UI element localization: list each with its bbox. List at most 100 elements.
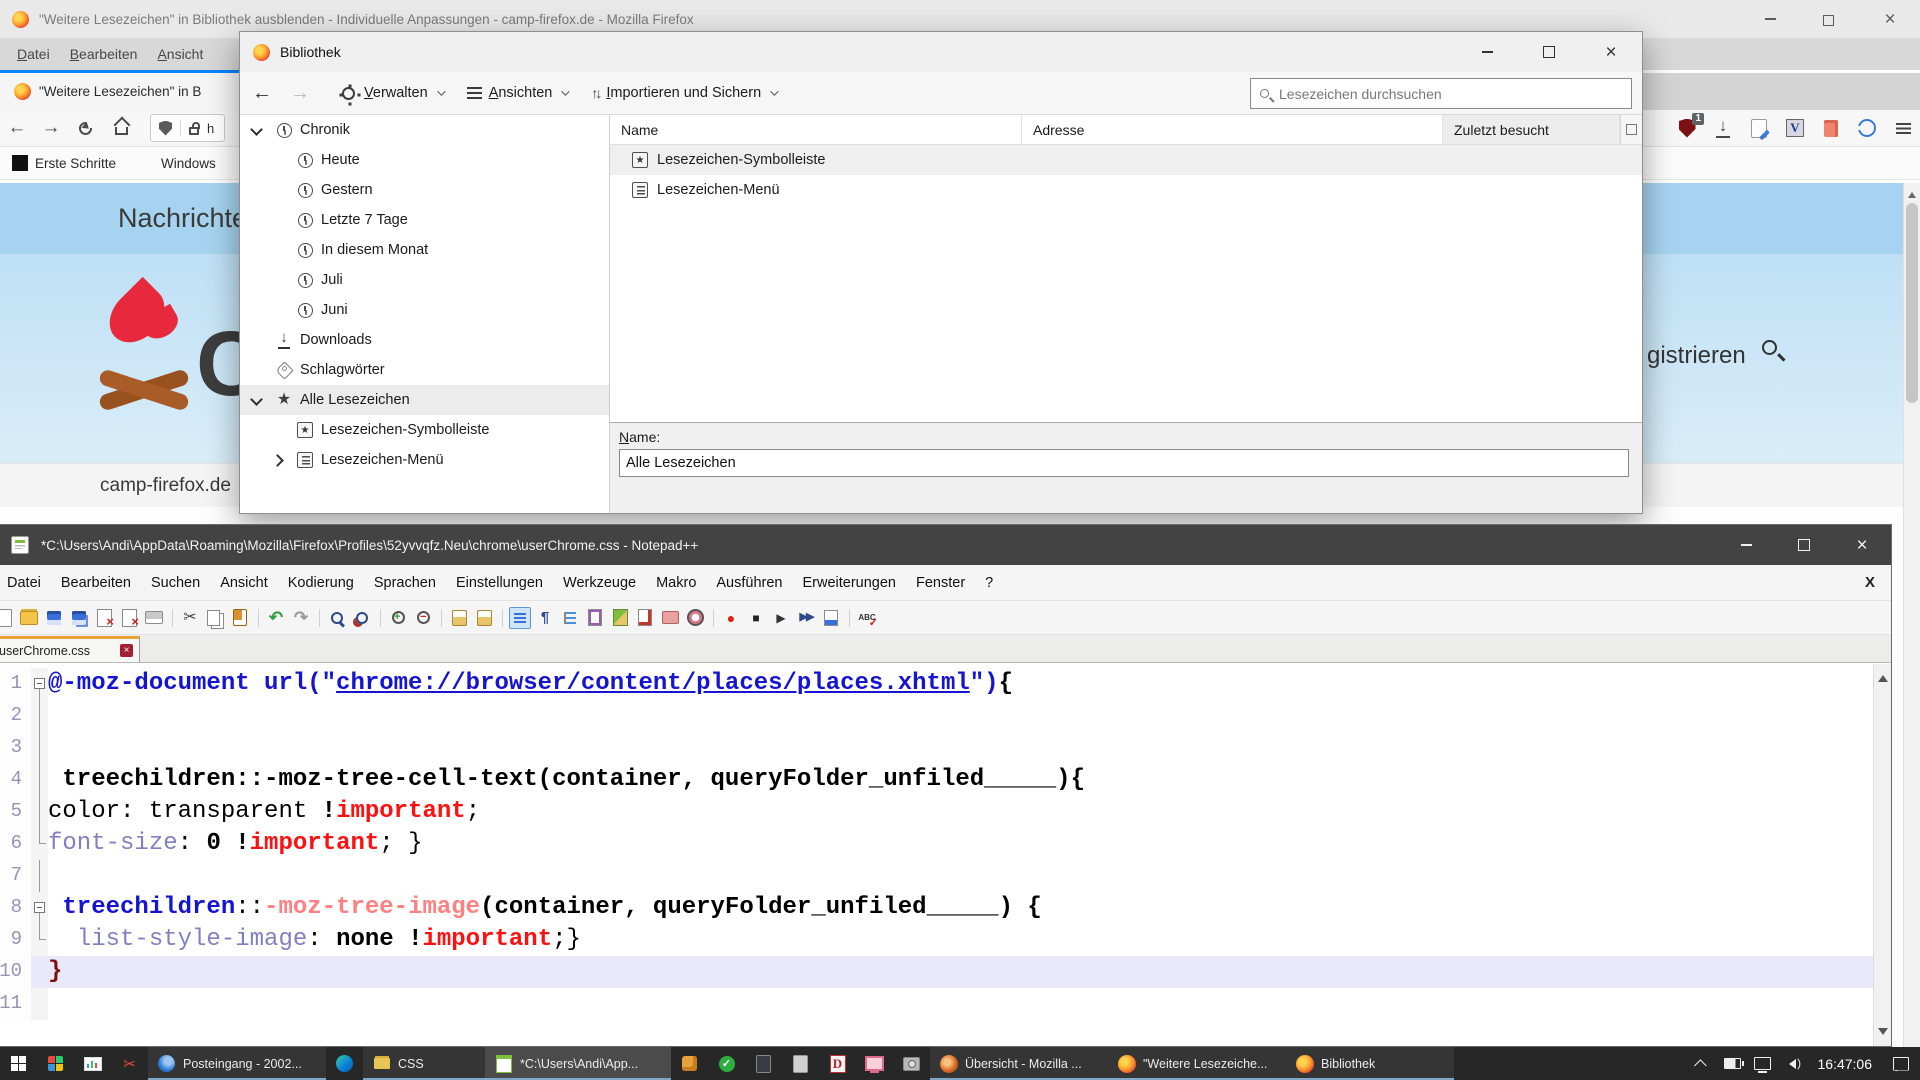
chevron-icon[interactable] — [248, 392, 268, 408]
code-line[interactable]: 3 — [0, 732, 1873, 764]
tree-item-downloads[interactable]: Downloads — [240, 325, 609, 355]
code-line[interactable]: 8 treechildren::-moz-tree-image(containe… — [0, 892, 1873, 924]
code-text[interactable] — [48, 860, 1873, 892]
dark-app-icon[interactable] — [745, 1047, 782, 1080]
chevron-icon[interactable] — [269, 272, 289, 288]
chevron-icon[interactable] — [269, 182, 289, 198]
fold-margin[interactable] — [31, 764, 48, 796]
save-all-icon[interactable] — [68, 607, 90, 629]
code-text[interactable] — [48, 732, 1873, 764]
firefox-menu-item[interactable]: Datei — [8, 42, 59, 66]
restore-session-2-icon[interactable] — [473, 607, 495, 629]
fold-margin[interactable] — [31, 860, 48, 892]
column-header-zuletzt-besucht[interactable]: Zuletzt besucht — [1443, 115, 1620, 144]
ublock-origin-icon[interactable]: 1 — [1676, 117, 1698, 139]
chevron-icon[interactable] — [269, 152, 289, 168]
close-all-icon[interactable] — [118, 607, 140, 629]
npp-code-area[interactable]: 1@-moz-document url("chrome://browser/co… — [0, 664, 1873, 1046]
page-scrollbar[interactable] — [1903, 183, 1920, 1047]
monitor-chart-app-icon[interactable] — [74, 1047, 111, 1080]
column-header-adresse[interactable]: Adresse — [1022, 115, 1443, 144]
restore-session-icon[interactable] — [448, 607, 470, 629]
scrollbar-down-arrow[interactable] — [1878, 1028, 1888, 1040]
name-field-input[interactable] — [619, 449, 1629, 477]
pink-monitor-app-icon[interactable] — [856, 1047, 893, 1080]
npp-menu-bearbeiten[interactable]: Bearbeiten — [51, 570, 141, 596]
list-row-lesezeichen-menue[interactable]: Lesezeichen-Menü — [610, 175, 1642, 205]
folder-as-workspace-icon[interactable] — [659, 607, 681, 629]
code-line[interactable]: 6font-size: 0 !important; } — [0, 828, 1873, 860]
fold-margin[interactable] — [31, 668, 48, 700]
npp-menu-ansicht[interactable]: Ansicht — [210, 570, 278, 596]
fold-margin[interactable] — [31, 956, 48, 988]
npp-menu-hilfe[interactable]: ? — [975, 570, 1003, 596]
code-line[interactable]: 11 — [0, 988, 1873, 1020]
library-search-box[interactable] — [1250, 78, 1632, 109]
macro-play-icon[interactable]: ▶ — [770, 607, 792, 629]
fold-margin[interactable] — [31, 796, 48, 828]
close-button[interactable]: × — [1833, 525, 1891, 565]
colorful-app-icon[interactable] — [37, 1047, 74, 1080]
bookmark-erste-schritte[interactable]: Erste Schritte — [12, 155, 116, 171]
task-explorer-css[interactable]: CSS — [363, 1047, 485, 1080]
task-firefox-uebersicht[interactable]: Übersicht - Mozilla ... — [930, 1047, 1108, 1080]
start-button[interactable] — [0, 1047, 37, 1080]
firefox-menu-item[interactable]: Bearbeiten — [61, 42, 147, 66]
code-line[interactable]: 1@-moz-document url("chrome://browser/co… — [0, 668, 1873, 700]
npp-menu-ausfuehren[interactable]: Ausführen — [706, 570, 792, 596]
battery-icon[interactable] — [1718, 1047, 1748, 1080]
back-button[interactable]: ← — [0, 117, 34, 139]
network-display-icon[interactable] — [1748, 1047, 1778, 1080]
tree-item-juli[interactable]: Juli — [240, 265, 609, 295]
taskbar-clock[interactable]: 16:47:06 — [1808, 1056, 1883, 1072]
chevron-icon[interactable] — [269, 242, 289, 258]
chevron-icon[interactable] — [269, 302, 289, 318]
manage-menu-button[interactable]: Verwalten — [340, 85, 443, 101]
minimize-button[interactable] — [1740, 0, 1800, 38]
tree-item-chronik[interactable]: Chronik — [240, 115, 609, 145]
downloads-icon[interactable] — [1712, 117, 1734, 139]
macro-record-icon[interactable]: ● — [720, 607, 742, 629]
open-file-icon[interactable] — [18, 607, 40, 629]
userscript-icon[interactable] — [1748, 117, 1770, 139]
camera-app-icon[interactable] — [893, 1047, 930, 1080]
task-notepadpp[interactable]: *C:\Users\Andi\App... — [485, 1047, 671, 1080]
code-line[interactable]: 9 list-style-image: none !important;} — [0, 924, 1873, 956]
library-titlebar[interactable]: Bibliothek × — [240, 32, 1642, 72]
paste-icon[interactable] — [229, 607, 251, 629]
maximize-button[interactable] — [1775, 525, 1833, 565]
tree-item-gestern[interactable]: Gestern — [240, 175, 609, 205]
save-icon[interactable] — [43, 607, 65, 629]
menubar-close-document-button[interactable]: X — [1865, 574, 1875, 591]
fold-margin[interactable] — [31, 828, 48, 860]
hamburger-menu-icon[interactable] — [1892, 117, 1914, 139]
code-text[interactable]: @-moz-document url("chrome://browser/con… — [48, 668, 1873, 700]
zoom-out-icon[interactable] — [412, 607, 434, 629]
close-button[interactable]: × — [1860, 0, 1920, 38]
task-edge[interactable] — [326, 1047, 363, 1080]
code-line[interactable]: 2 — [0, 700, 1873, 732]
views-menu-button[interactable]: Ansichten — [467, 85, 568, 101]
close-button[interactable]: × — [1580, 32, 1642, 72]
close-file-icon[interactable] — [93, 607, 115, 629]
chevron-icon[interactable] — [248, 362, 268, 378]
minimize-button[interactable] — [1717, 525, 1775, 565]
word-wrap-icon[interactable] — [509, 607, 531, 629]
minimize-button[interactable] — [1456, 32, 1518, 72]
macro-save-icon[interactable] — [820, 607, 842, 629]
code-line[interactable]: 4 treechildren::-moz-tree-cell-text(cont… — [0, 764, 1873, 796]
tracking-shield-icon[interactable] — [159, 121, 172, 136]
macro-stop-icon[interactable]: ■ — [745, 607, 767, 629]
lock-icon[interactable] — [189, 127, 199, 135]
register-link-fragment[interactable]: gistrieren — [1647, 342, 1746, 370]
scrollbar-up-arrow[interactable] — [1908, 188, 1916, 198]
speaker-icon[interactable] — [1778, 1047, 1808, 1080]
bookmark-windows[interactable]: Windows — [138, 155, 216, 171]
redo-icon[interactable]: ↷ — [290, 607, 312, 629]
code-line[interactable]: 10} — [0, 956, 1873, 988]
chevron-icon[interactable] — [269, 212, 289, 228]
code-text[interactable]: list-style-image: none !important;} — [48, 924, 1873, 956]
indent-guide-icon[interactable] — [559, 607, 581, 629]
code-text[interactable]: treechildren::-moz-tree-cell-text(contai… — [48, 764, 1873, 796]
code-text[interactable]: treechildren::-moz-tree-image(container,… — [48, 892, 1873, 924]
